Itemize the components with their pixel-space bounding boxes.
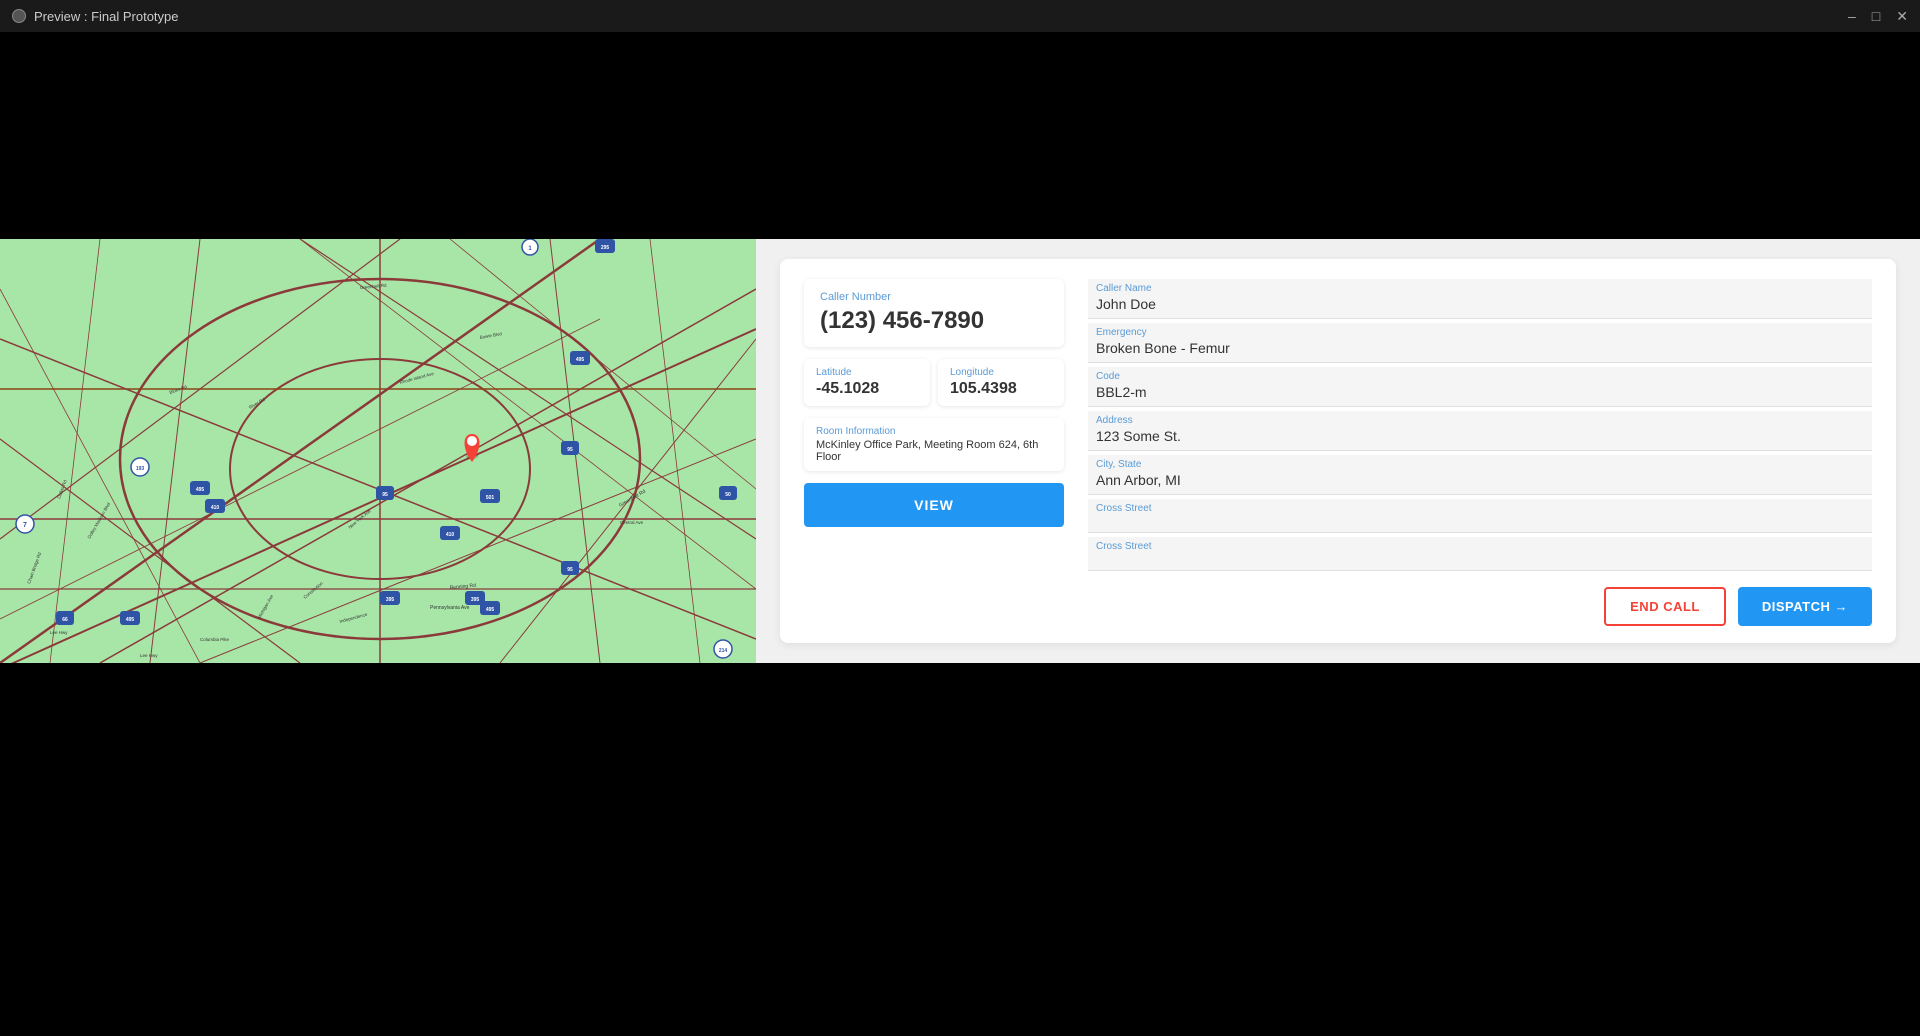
svg-text:410: 410 (211, 505, 220, 511)
middle-row: 495 495 495 495 95 (0, 239, 1920, 663)
caller-number-label: Caller Number (820, 291, 1048, 303)
city-state-field: City, State Ann Arbor, MI (1088, 455, 1872, 495)
caller-info-panel: Caller Number (123) 456-7890 Latitude -4… (804, 279, 1064, 623)
longitude-box: Longitude 105.4398 (938, 359, 1064, 406)
svg-text:495: 495 (486, 607, 495, 613)
code-label: Code (1096, 371, 1864, 382)
cross-street-2-field[interactable]: Cross Street (1088, 537, 1872, 571)
city-state-label: City, State (1096, 459, 1864, 470)
svg-text:Columbia Pike: Columbia Pike (200, 637, 230, 642)
cross-street-1-label: Cross Street (1096, 503, 1864, 514)
window-controls[interactable]: – □ ✕ (1848, 8, 1908, 25)
svg-text:Lee Hwy: Lee Hwy (140, 653, 158, 658)
svg-text:495: 495 (196, 487, 205, 493)
cross-street-2-label: Cross Street (1096, 541, 1864, 552)
svg-text:295: 295 (601, 245, 610, 251)
svg-text:95: 95 (567, 447, 573, 453)
app-wrapper: 495 495 495 495 95 (0, 32, 1920, 1036)
top-black-area (0, 32, 1920, 239)
latitude-label: Latitude (816, 367, 918, 378)
bottom-black-area (0, 663, 1920, 1036)
emergency-value: Broken Bone - Femur (1096, 340, 1864, 356)
code-value: BBL2-m (1096, 384, 1864, 400)
room-info-value: McKinley Office Park, Meeting Room 624, … (816, 439, 1052, 463)
emergency-field: Emergency Broken Bone - Femur (1088, 323, 1872, 363)
panel-container: Caller Number (123) 456-7890 Latitude -4… (756, 239, 1920, 663)
svg-text:Lee Hwy: Lee Hwy (50, 630, 68, 635)
longitude-value: 105.4398 (950, 380, 1052, 398)
maximize-button[interactable]: □ (1872, 8, 1880, 25)
svg-text:395: 395 (471, 597, 480, 603)
info-panel: Caller Number (123) 456-7890 Latitude -4… (780, 259, 1896, 643)
svg-text:495: 495 (576, 357, 585, 363)
map-container: 495 495 495 495 95 (0, 239, 756, 663)
city-state-value: Ann Arbor, MI (1096, 472, 1864, 488)
svg-text:95: 95 (382, 492, 388, 498)
svg-text:495: 495 (126, 617, 135, 623)
dispatch-button[interactable]: DISPATCH → (1738, 587, 1872, 626)
title-bar-text: Preview : Final Prototype (34, 9, 179, 24)
view-button[interactable]: VIEW (804, 483, 1064, 527)
caller-name-value: John Doe (1096, 296, 1864, 312)
action-buttons: END CALL DISPATCH → (1088, 575, 1872, 626)
coords-row: Latitude -45.1028 Longitude 105.4398 (804, 359, 1064, 406)
address-label: Address (1096, 415, 1864, 426)
svg-text:395: 395 (386, 597, 395, 603)
app-icon (12, 9, 26, 23)
svg-text:50: 50 (725, 492, 731, 498)
svg-text:Pennsylvania Ave: Pennsylvania Ave (430, 605, 470, 611)
svg-text:410: 410 (446, 532, 455, 538)
caller-number-value: (123) 456-7890 (820, 307, 1048, 335)
cross-street-1-field[interactable]: Cross Street (1088, 499, 1872, 533)
close-button[interactable]: ✕ (1896, 8, 1908, 25)
svg-text:95: 95 (567, 567, 573, 573)
svg-text:214: 214 (719, 648, 728, 654)
svg-text:Central Ave: Central Ave (620, 520, 644, 525)
latitude-box: Latitude -45.1028 (804, 359, 930, 406)
caller-name-label: Caller Name (1096, 283, 1864, 294)
address-field: Address 123 Some St. (1088, 411, 1872, 451)
svg-text:66: 66 (62, 617, 68, 623)
details-panel: Caller Name John Doe Emergency Broken Bo… (1088, 279, 1872, 623)
emergency-label: Emergency (1096, 327, 1864, 338)
caller-number-box: Caller Number (123) 456-7890 (804, 279, 1064, 347)
minimize-button[interactable]: – (1848, 8, 1856, 25)
title-bar: Preview : Final Prototype – □ ✕ (0, 0, 1920, 32)
latitude-value: -45.1028 (816, 380, 918, 398)
svg-text:501: 501 (486, 495, 495, 501)
code-field: Code BBL2-m (1088, 367, 1872, 407)
svg-text:193: 193 (136, 466, 145, 472)
room-info-box: Room Information McKinley Office Park, M… (804, 418, 1064, 471)
room-info-label: Room Information (816, 426, 1052, 437)
address-value: 123 Some St. (1096, 428, 1864, 444)
svg-text:7: 7 (23, 522, 27, 529)
longitude-label: Longitude (950, 367, 1052, 378)
caller-name-field: Caller Name John Doe (1088, 279, 1872, 319)
end-call-button[interactable]: END CALL (1604, 587, 1726, 626)
